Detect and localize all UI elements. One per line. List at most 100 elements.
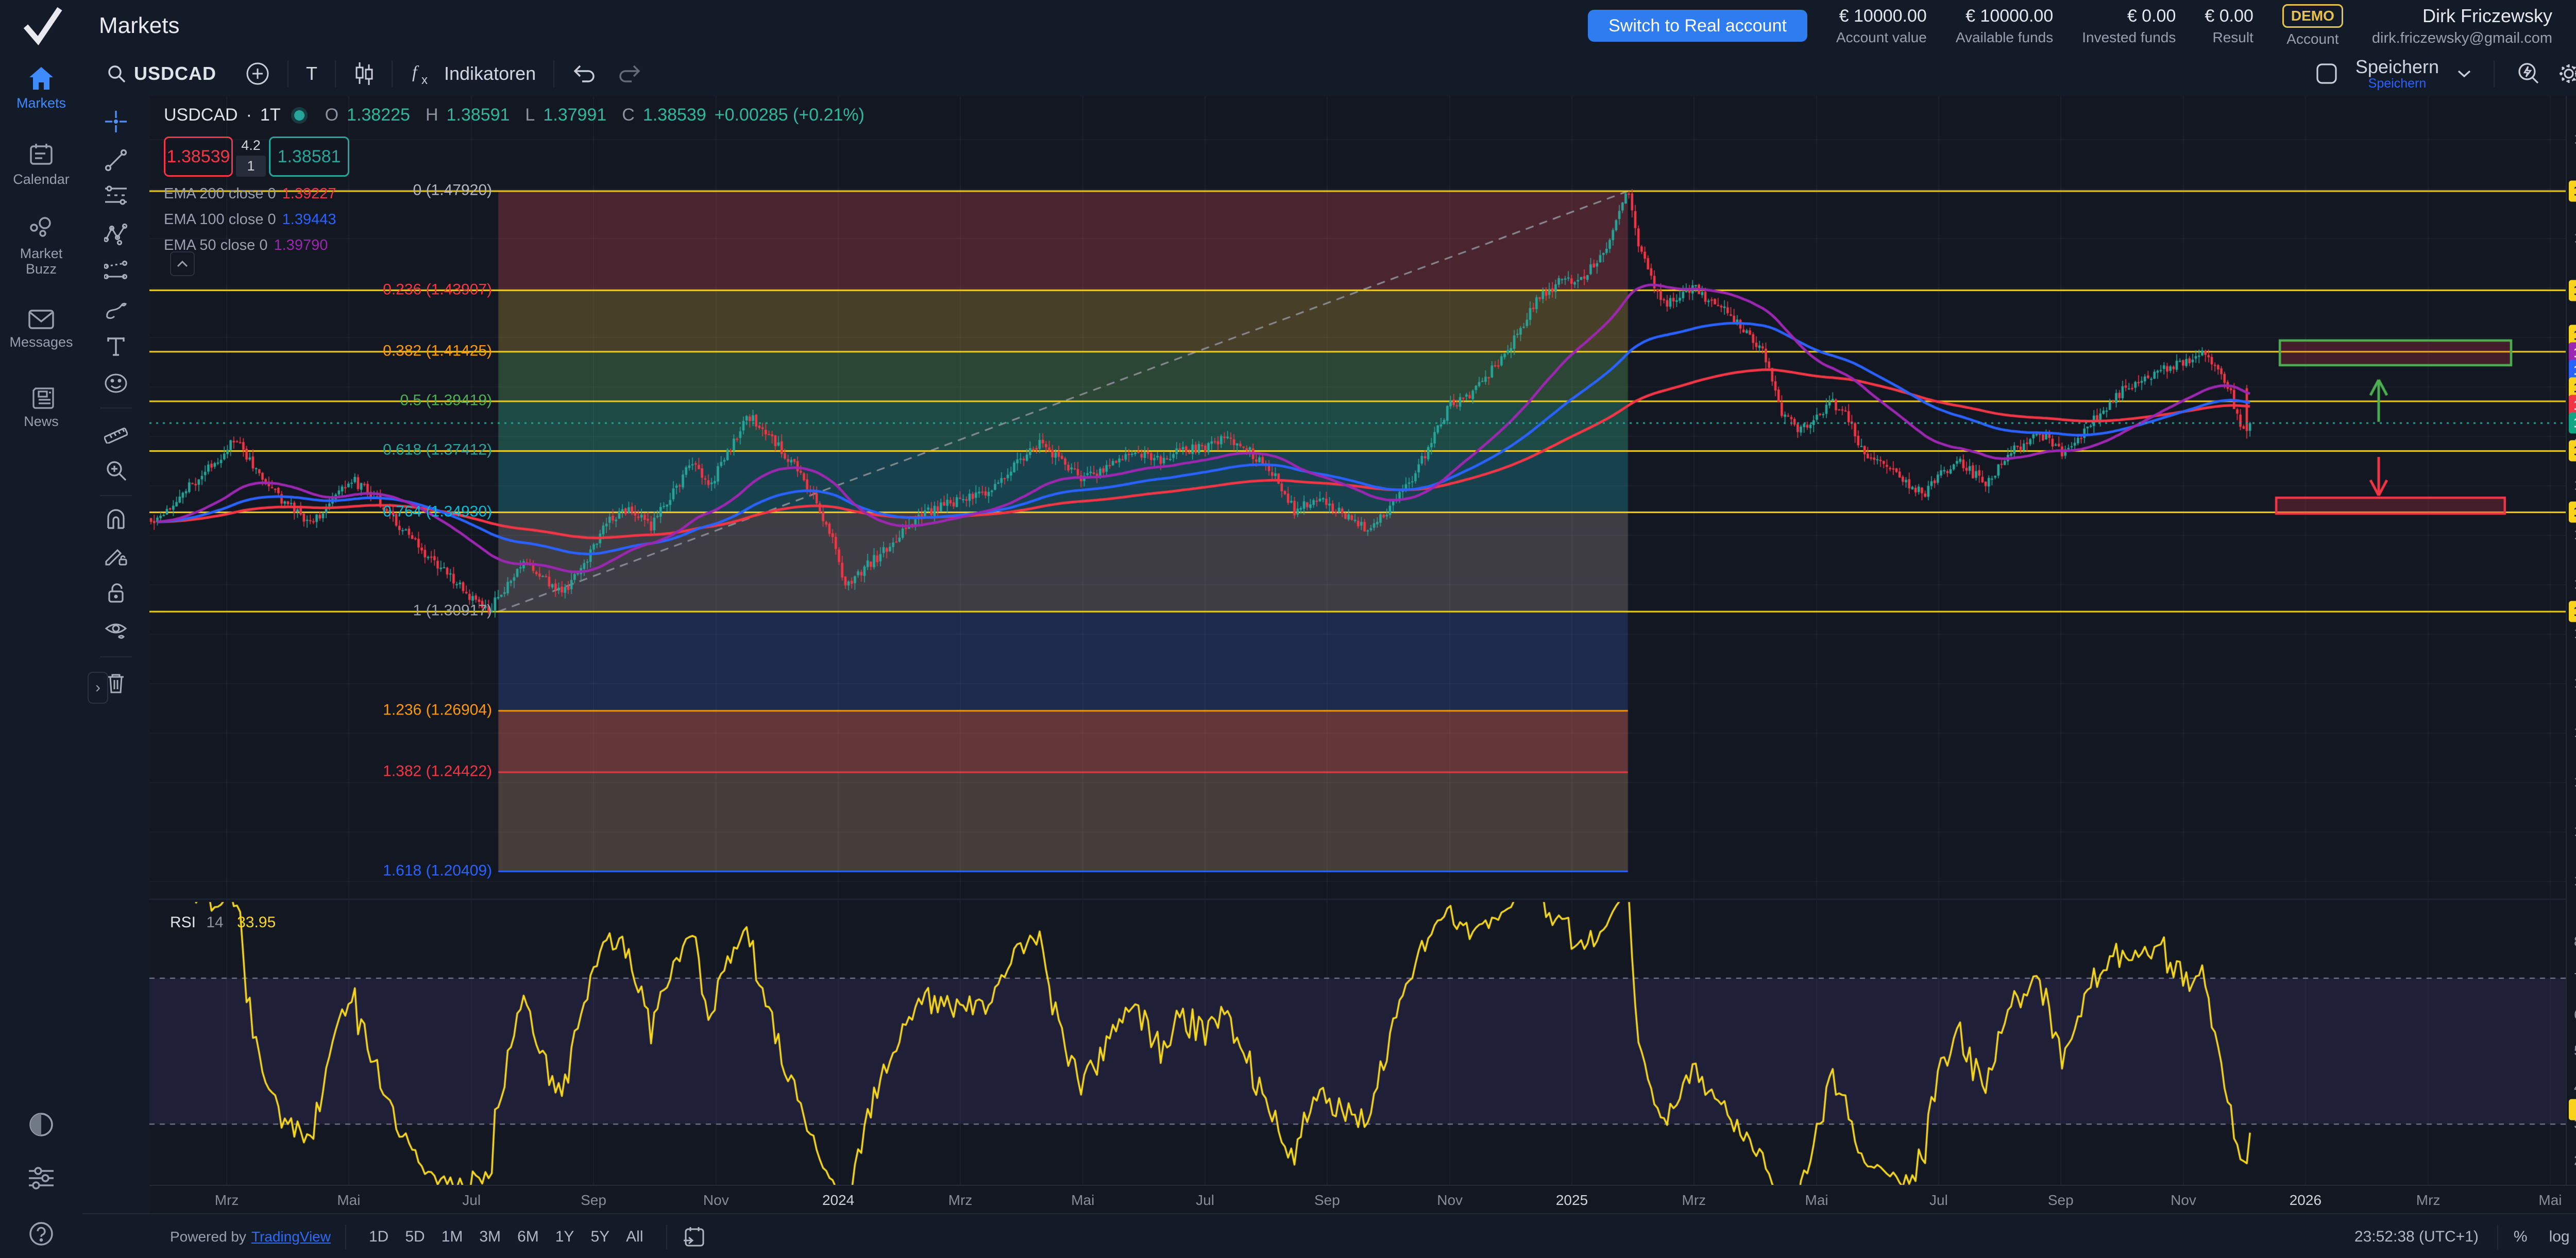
spread-indicator: 4.2 1 [236,137,266,177]
percent-scale-toggle[interactable]: % [2514,1228,2528,1246]
range-button-5y[interactable]: 5Y [582,1223,618,1251]
chart-toolbar: USDCAD T fx Indikatoren [82,52,2576,97]
user-name: Dirk Friczewsky [2422,5,2552,27]
rsi-legend[interactable]: RSI 14 33.95 [170,914,276,931]
price-tick: 1.50000 [2574,131,2576,147]
time-axis[interactable]: MrzMaiJulSepNov2024MrzMaiJulSepNov2025Mr… [149,1185,2576,1214]
range-button-3m[interactable]: 3M [471,1223,509,1251]
save-tooltip: Speichern [2368,77,2427,90]
help-icon[interactable] [0,1221,82,1247]
preferences-sliders-icon[interactable] [0,1167,82,1189]
price-tick: 1.30000 [2574,626,2576,642]
pattern-tool-icon[interactable] [104,222,128,246]
measure-tool-icon[interactable] [104,420,128,444]
sidebar-item-market-buzz[interactable]: Market Buzz [0,216,82,277]
page-title: Markets [99,0,179,52]
trading-app: Markets Switch to Real account € 10000.0… [0,0,2576,1258]
sidebar-item-messages[interactable]: Messages [0,309,82,350]
clock-timezone[interactable]: 23:52:38 (UTC+1) [2354,1228,2479,1246]
price-tick: 1.28000 [2574,675,2576,691]
indicators-button[interactable]: fx Indikatoren [410,61,536,86]
range-button-1d[interactable]: 1D [361,1223,397,1251]
ema-50-legend[interactable]: EMA 50 close 01.39790 [164,237,865,254]
price-tick: 1.36000 [2574,478,2576,494]
gear-icon[interactable] [2556,61,2576,86]
sidebar-item-calendar[interactable]: Calendar [0,142,82,188]
range-button-1y[interactable]: 1Y [547,1223,583,1251]
time-axis-label: Jul [1196,1192,1214,1209]
legend-symbol[interactable]: USDCAD [164,105,238,125]
price-badge: 1.38539 [2569,413,2576,434]
ema-200-legend[interactable]: EMA 200 close 01.39227 [164,185,865,202]
sidebar: Markets Calendar Market Buzz Messages Ne… [0,52,83,1258]
projection-tool-icon[interactable] [104,259,128,283]
drawing-mode-lock-icon[interactable] [104,544,128,568]
low-value: 1.37991 [543,105,606,125]
time-axis-label: Sep [581,1192,606,1209]
powered-by-label: Powered by [170,1229,246,1245]
lock-all-icon[interactable] [104,581,128,605]
price-tick: 1.32000 [2574,576,2576,592]
user-email: dirk.friczewsky@gmail.com [2372,30,2552,47]
rsi-current-value: 33.95 [237,914,276,931]
legend-collapse-chevron[interactable] [170,251,195,276]
quick-search-icon[interactable] [2516,61,2541,86]
text-tool-icon[interactable] [104,334,128,358]
price-badge: 1.47920 [2569,181,2576,202]
switch-to-real-button[interactable]: Switch to Real account [1588,10,1807,42]
tradingview-link[interactable]: TradingView [251,1229,331,1245]
pane-divider[interactable] [149,898,2576,900]
sidebar-item-markets[interactable]: Markets [0,66,82,111]
zoom-in-tool-icon[interactable] [104,458,128,482]
buy-button[interactable]: 1.38581 [269,137,349,177]
go-to-date-icon[interactable] [682,1225,705,1249]
theme-toggle-icon[interactable] [0,1112,82,1137]
time-axis-label: Mai [1805,1192,1828,1209]
chart-plot-area[interactable]: USDCAD · 1T O1.38225 H1.38591 L1.37991 C… [149,96,2566,1185]
fib-retracement-tool-icon[interactable] [104,183,128,207]
range-button-1m[interactable]: 1M [433,1223,471,1251]
save-layout-checkbox-icon[interactable] [2315,62,2338,85]
chart-type-button[interactable] [353,61,374,86]
crosshair-tool-icon[interactable] [104,110,128,133]
brush-tool-icon[interactable] [104,298,128,321]
legend-interval: 1T [260,105,281,125]
symbol-name: USDCAD [134,63,216,84]
metric-account-value: € 10000.00Account value [1836,6,1927,46]
time-axis-label: Mrz [215,1192,239,1209]
price-scale[interactable]: 1.500001.460001.380001.360001.340001.320… [2566,96,2576,1185]
rsi-tick: 50.00 [2574,1043,2576,1059]
metric-available-funds: € 10000.00Available funds [1956,6,2053,46]
sell-button[interactable]: 1.38539 [164,137,233,177]
trend-line-tool-icon[interactable] [104,148,128,172]
svg-text:f: f [412,63,419,82]
range-button-5d[interactable]: 5D [397,1223,433,1251]
toolbar-expand-chevron[interactable]: › [88,672,108,704]
price-tick: 1.20000 [2574,873,2576,889]
redo-icon[interactable] [618,63,642,84]
interval-button[interactable]: T [306,63,317,84]
range-button-all[interactable]: All [618,1223,651,1251]
sidebar-item-news[interactable]: News [0,386,82,430]
demo-account-badge: DEMO Account [2282,4,2343,47]
compare-add-button[interactable] [245,61,270,86]
price-chart-canvas[interactable] [149,96,2566,1185]
brand-logo-icon[interactable] [0,0,82,52]
newspaper-icon [28,386,54,409]
chevron-down-icon[interactable] [2456,69,2472,79]
emoji-tool-icon[interactable] [104,371,128,395]
bottom-bar: Powered by TradingView 1D5D1M3M6M1Y5YAll… [82,1213,2576,1258]
ema-100-legend[interactable]: EMA 100 close 01.39443 [164,211,865,228]
log-scale-toggle[interactable]: log [2549,1228,2570,1246]
magnet-tool-icon[interactable] [104,507,128,531]
hide-drawings-eye-icon[interactable] [104,618,128,642]
candlestick-icon [353,61,374,86]
rsi-tick: 70.00 [2574,970,2576,986]
undo-icon[interactable] [572,63,596,84]
range-button-6m[interactable]: 6M [509,1223,547,1251]
symbol-search[interactable]: USDCAD [106,63,216,84]
save-button[interactable]: Speichern Speichern [2355,58,2439,90]
price-badge: 1.43907 [2569,280,2576,301]
lot-size[interactable]: 1 [236,156,266,177]
rsi-tick: 20.00 [2574,1152,2576,1168]
